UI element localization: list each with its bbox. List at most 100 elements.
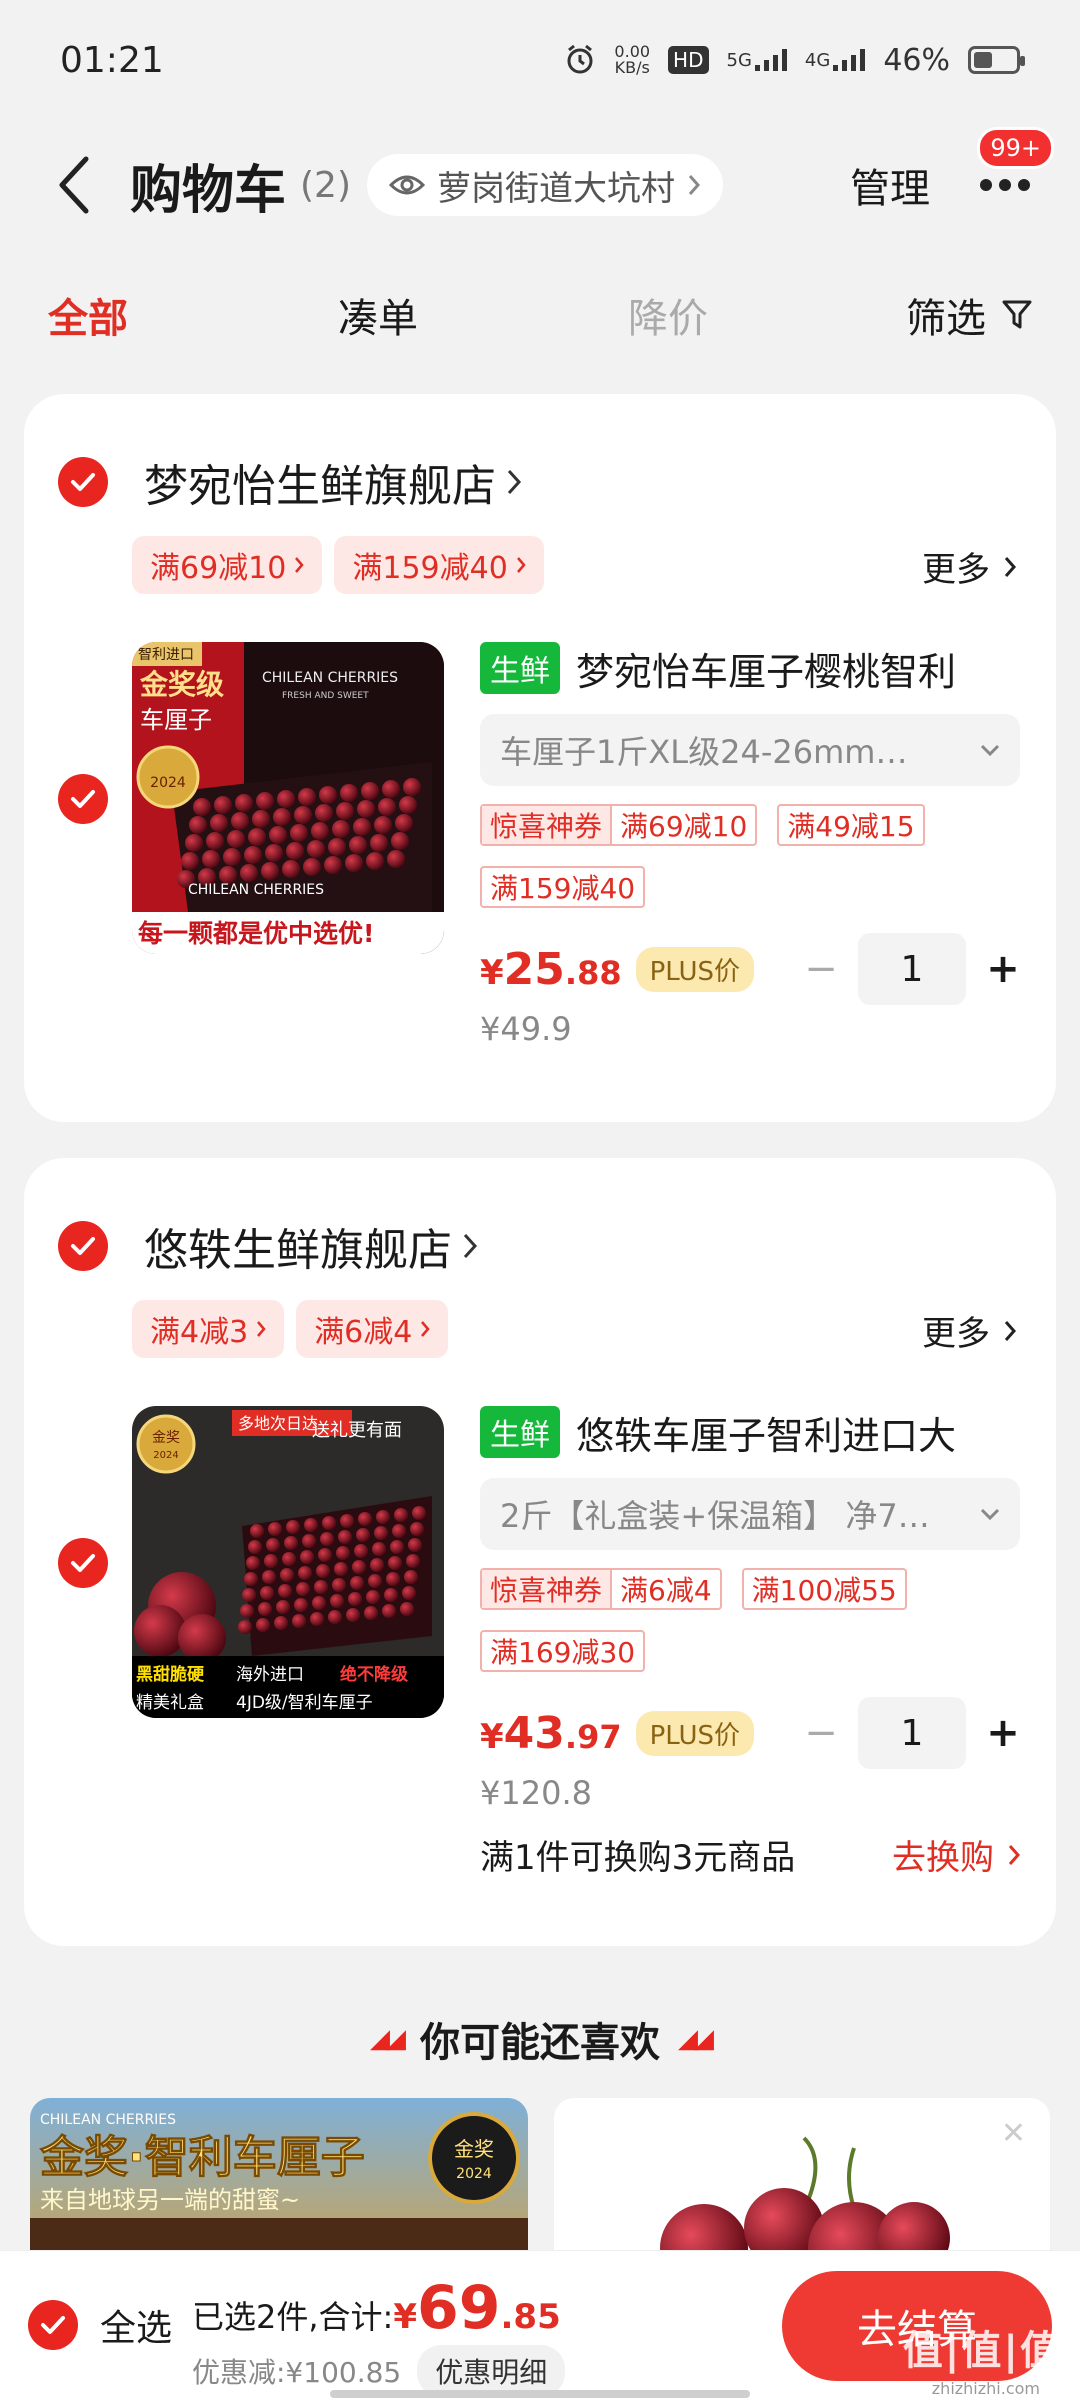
image-label-5: 4JD级/智利车厘子: [236, 1693, 373, 1713]
cherry-dot: [242, 1588, 256, 1602]
cherry-dot: [312, 1596, 326, 1610]
location-selector[interactable]: 萝岗街道大坑村: [367, 154, 724, 216]
promo-chip[interactable]: 满6减4: [296, 1300, 449, 1358]
cherry-dot: [328, 838, 346, 856]
spec-selector[interactable]: 2斤【礼盒装+保温箱】 净7…: [480, 1478, 1020, 1550]
box-sub-text: FRESH AND SWEET: [282, 691, 369, 701]
promo-chip[interactable]: 满4减3: [132, 1300, 285, 1358]
chevron-right-icon: [688, 175, 701, 195]
cherry-dot: [261, 862, 279, 880]
chevron-right-icon: [1008, 1844, 1020, 1865]
recommend-section-title: ◢◢ 你可能还喜欢 ◢◢: [370, 2020, 714, 2066]
promo-chip[interactable]: 满69减10: [132, 536, 323, 594]
quantity-value[interactable]: 1: [858, 933, 966, 1005]
increase-button[interactable]: +: [986, 1710, 1020, 1756]
store-card: 梦宛怡生鲜旗舰店 满69减10 满159减40 更多 智利进口 金奖级 车厘子 …: [24, 394, 1056, 1122]
select-all-label: 全选: [100, 2308, 173, 2349]
battery-fill: [974, 52, 993, 68]
select-all-checkbox[interactable]: 全选: [28, 2299, 172, 2351]
more-promos-link[interactable]: 更多: [922, 542, 1016, 591]
image-label-4: 绝不降级: [340, 1664, 408, 1685]
header: 购物车 (2) 萝岗街道大坑村 管理 99+: [0, 127, 1080, 240]
cherry-dot: [328, 1610, 342, 1624]
filter-tabs: 全部 凑单 降价 筛选: [0, 270, 1080, 360]
cherry-dot: [282, 1552, 296, 1566]
item-checkbox[interactable]: [58, 1538, 108, 1588]
chevron-down-icon: [980, 744, 1000, 756]
home-indicator[interactable]: [330, 2390, 750, 2398]
filter-button[interactable]: 筛选: [906, 286, 1032, 344]
cherry-dot: [189, 816, 207, 834]
spec-selector[interactable]: 车厘子1斤XL级24-26mm…: [480, 714, 1020, 786]
cherry-dot: [185, 834, 203, 852]
fresh-tag: 生鲜: [480, 1406, 560, 1458]
product-image[interactable]: 智利进口 金奖级 车厘子 2024 CHILEAN CHERRIES FRESH…: [132, 642, 444, 954]
cherry-dot: [260, 1586, 274, 1600]
store-name: 悠轶生鲜旗舰店: [144, 1225, 452, 1276]
cherry-dot: [284, 1536, 298, 1550]
cherry-dot: [248, 828, 266, 846]
cherry-dot: [265, 844, 283, 862]
store-checkbox[interactable]: [58, 457, 108, 507]
cherry-dot: [332, 820, 350, 838]
cherry-dot: [330, 1594, 344, 1608]
image-label-3: 海外进口: [236, 1665, 304, 1685]
product-title-row[interactable]: 生鲜 悠轶车厘子智利进口大: [480, 1402, 1020, 1462]
eye-icon: [389, 175, 426, 195]
cherry-dot: [361, 782, 379, 800]
cherry-dot: [322, 1516, 336, 1530]
location-text: 萝岗街道大坑村: [437, 168, 676, 209]
cherry-dot: [336, 802, 354, 820]
product-title-row[interactable]: 生鲜 梦宛怡车厘子樱桃智利: [480, 638, 1020, 698]
more-dot-icon: [999, 179, 1011, 191]
cherry-dot: [294, 1598, 308, 1612]
store-link[interactable]: 悠轶生鲜旗舰店: [108, 1214, 478, 1278]
store-link[interactable]: 梦宛怡生鲜旗舰店: [108, 450, 522, 514]
cherry-dot: [358, 1512, 372, 1526]
item-checkbox[interactable]: [58, 774, 108, 824]
cherry-dot: [298, 788, 316, 806]
quantity-value[interactable]: 1: [858, 1697, 966, 1769]
cherry-dot: [246, 1556, 260, 1570]
close-icon[interactable]: ✕: [1001, 2116, 1026, 2151]
product-image[interactable]: 多地次日达 送礼更有面 金奖 2024 黑甜脆硬 精美礼盒 海外进口 绝不降级 …: [132, 1406, 444, 1718]
exchange-link[interactable]: 去换购: [892, 1830, 1020, 1879]
increase-button[interactable]: +: [986, 946, 1020, 992]
signal-4g-icon: 4G: [805, 49, 866, 71]
cherry-dot: [402, 1586, 416, 1600]
cherry-dot: [202, 850, 220, 868]
signal-5g-icon: 5G: [727, 49, 787, 71]
tab-all[interactable]: 全部: [48, 286, 338, 344]
decrease-button[interactable]: −: [804, 1710, 838, 1756]
cart-count: (2): [300, 164, 352, 206]
cherry-dot: [350, 1576, 364, 1590]
store-checkbox[interactable]: [58, 1221, 108, 1271]
cherry-dot: [269, 826, 287, 844]
coupon-tag: 满49减15: [777, 804, 925, 846]
cherry-dot: [386, 1572, 400, 1586]
decrease-button[interactable]: −: [804, 946, 838, 992]
tab-price-drop[interactable]: 降价: [628, 286, 708, 344]
manage-button[interactable]: 管理: [850, 156, 930, 214]
tab-bundle[interactable]: 凑单: [338, 286, 628, 344]
cherry-dot: [248, 1540, 262, 1554]
back-icon[interactable]: [56, 155, 96, 215]
cherry-dot: [378, 798, 396, 816]
cherry-dot: [372, 1542, 386, 1556]
more-promos-link[interactable]: 更多: [922, 1306, 1016, 1355]
coupon-list: 惊喜神券 满69减10 满49减15 满159减40: [480, 804, 1020, 908]
cherry-dot: [400, 1602, 414, 1616]
promo-chip[interactable]: 满159减40: [334, 536, 544, 594]
status-icons: 0.00 KB/s HD 5G 4G 46%: [564, 43, 1025, 78]
recommend-card[interactable]: CHILEAN CHERRIES 金奖·智利车厘子 来自地球另一端的甜蜜~ 金奖…: [30, 2098, 528, 2258]
cherry-dot: [382, 780, 400, 798]
more-menu-button[interactable]: 99+: [970, 127, 1054, 215]
original-price: ¥49.9: [480, 1010, 572, 1048]
recommend-card[interactable]: ✕: [554, 2098, 1050, 2258]
page-title: 购物车: [130, 160, 287, 221]
battery-icon: [968, 46, 1025, 74]
more-dot-icon: [1018, 179, 1030, 191]
chevron-right-icon: [507, 469, 522, 495]
checkout-bar: 全选 已选2件,合计: ¥69.85 优惠减:¥100.85 优惠明细 去结算 …: [0, 2250, 1080, 2400]
cherry-dot: [227, 830, 245, 848]
